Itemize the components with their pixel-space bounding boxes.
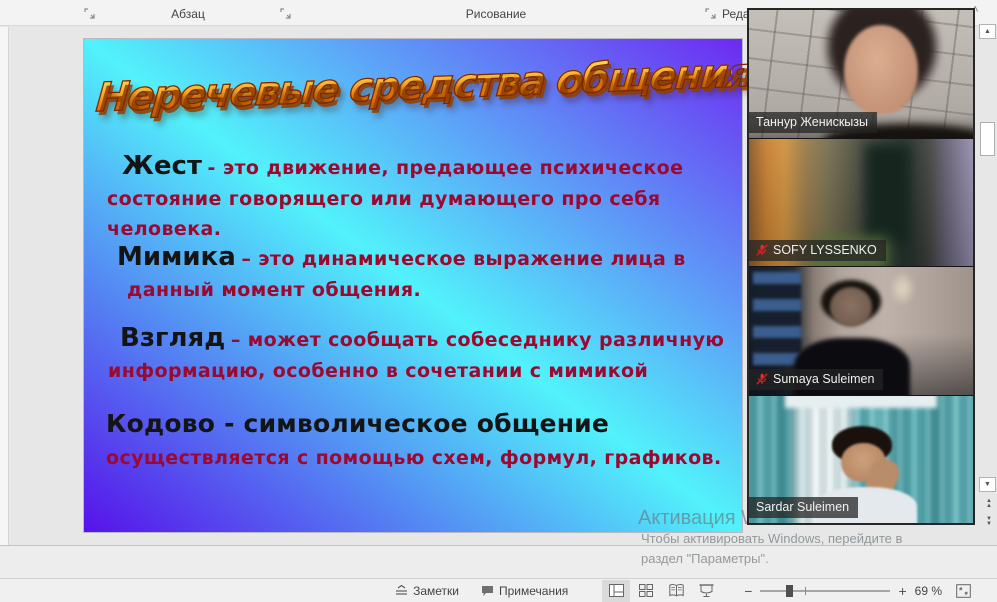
paragraph-mimic: Мимика – это динамическое выражение лица… (117, 242, 717, 305)
term-gesture: Жест (122, 151, 202, 181)
zoom-slider[interactable] (760, 584, 890, 598)
windows-activation-line2: раздел "Параметры". (641, 551, 769, 566)
slide-thumbnail-pane[interactable] (0, 27, 9, 545)
slide-title-wordart: Неречевые средства общения: (94, 51, 733, 122)
next-slide-button[interactable]: ▼▼ (983, 517, 995, 527)
reading-view-icon (669, 584, 684, 597)
zoom-in-button[interactable]: + (898, 584, 906, 598)
view-buttons (602, 580, 720, 602)
comments-icon (481, 585, 494, 597)
zoom-out-button[interactable]: − (744, 584, 752, 598)
slide-canvas[interactable]: Неречевые средства общения: Жест - это д… (83, 38, 743, 533)
previous-slide-button[interactable]: ▲▲ (983, 499, 995, 509)
video-tile-sardar[interactable]: Sardar Suleimen (749, 396, 973, 524)
fit-slide-to-window-button[interactable] (956, 584, 971, 598)
video-tile-sumaya[interactable]: Sumaya Suleimen (749, 267, 973, 396)
participant-name: Sardar Suleimen (756, 500, 849, 514)
scrollbar-thumb[interactable] (980, 122, 995, 156)
participant-name-badge: Таннур Женискызы (749, 112, 877, 133)
video-call-panel: Таннур Женискызы SOFY LYSSENKO (747, 8, 975, 525)
paragraph-gaze: Взгляд – может сообщать собеседнику разл… (108, 323, 728, 386)
scroll-up-button[interactable]: ▲ (979, 24, 996, 39)
dialog-launcher-icon[interactable] (84, 8, 95, 19)
reading-view-button[interactable] (662, 580, 690, 602)
term-gaze: Взгляд (120, 323, 225, 353)
powerpoint-window: Абзац Рисование Реда ˄ Неречевые средств… (0, 0, 997, 602)
scroll-down-button[interactable]: ▼ (979, 477, 996, 492)
participant-name-badge: Sumaya Suleimen (749, 369, 883, 390)
notes-pane-area (0, 546, 997, 578)
participant-name: Таннур Женискызы (756, 115, 868, 129)
slide-sorter-view-button[interactable] (632, 580, 660, 602)
comments-toggle-button[interactable]: Примечания (477, 579, 572, 602)
fit-to-window-icon (956, 584, 971, 598)
slideshow-view-button[interactable] (692, 580, 720, 602)
term-mimic: Мимика (117, 242, 236, 272)
notes-label: Заметки (413, 584, 459, 598)
participant-name-badge: Sardar Suleimen (749, 497, 858, 518)
video-tile-sofy[interactable]: SOFY LYSSENKO (749, 139, 973, 268)
normal-view-icon (609, 584, 624, 597)
participant-name-badge: SOFY LYSSENKO (749, 240, 886, 261)
notes-toggle-button[interactable]: Заметки (391, 579, 463, 602)
muted-mic-icon (756, 244, 768, 256)
dialog-launcher-icon[interactable] (280, 8, 291, 19)
comments-label: Примечания (499, 584, 568, 598)
normal-view-button[interactable] (602, 580, 630, 602)
slide-sorter-icon (639, 584, 653, 597)
paragraph-code-symbolic: Кодово - символическое общение осуществл… (106, 407, 736, 475)
ribbon-group-paragraph: Абзац (158, 7, 218, 21)
status-bar: Заметки Примечания (0, 578, 997, 602)
windows-activation-line1: Чтобы активировать Windows, перейдите в (641, 531, 902, 546)
video-tile-tannur[interactable]: Таннур Женискызы (749, 10, 973, 139)
zoom-slider-thumb[interactable] (786, 585, 793, 597)
zoom-percent[interactable]: 69 % (915, 584, 942, 598)
slideshow-icon (699, 584, 714, 597)
paragraph-gesture: Жест - это движение, предающее психическ… (107, 151, 707, 244)
participant-name: Sumaya Suleimen (773, 372, 874, 386)
ribbon-group-editing: Реда (722, 7, 750, 21)
participant-name: SOFY LYSSENKO (773, 243, 877, 257)
dialog-launcher-icon[interactable] (705, 8, 716, 19)
muted-mic-icon (756, 373, 768, 385)
notes-icon (395, 585, 408, 597)
zoom-controls: − + 69 % (744, 584, 942, 598)
ribbon-group-drawing: Рисование (438, 7, 554, 21)
